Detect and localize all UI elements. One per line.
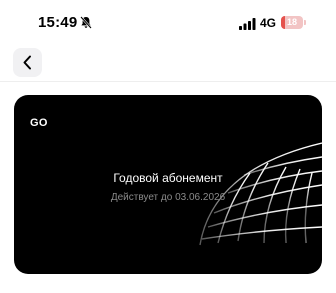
card-valid-until: Действует до 03.06.2026 [110, 192, 226, 203]
network-type: 4G [260, 16, 277, 30]
cellular-signal-icon [239, 17, 256, 30]
chevron-left-icon [23, 55, 31, 70]
battery-body: 18 [281, 16, 303, 29]
back-button[interactable] [13, 48, 42, 77]
card-logo: GO [30, 117, 48, 129]
status-time: 15:49 [38, 14, 78, 31]
header-divider [0, 81, 336, 82]
bell-slash-icon [80, 16, 92, 29]
battery-cap [304, 20, 306, 25]
battery-level: 18 [286, 17, 297, 27]
status-bar: 15:49 4G 18 [0, 0, 336, 44]
subscription-card[interactable]: GO Годовой абонемент Действует до 03.06.… [14, 95, 322, 274]
battery-icon: 18 [281, 16, 307, 30]
card-title: Годовой абонемент [113, 171, 223, 185]
screen: 15:49 4G 18 GO Годовой абонемент Действу… [0, 0, 336, 293]
wireframe-globe-graphic [199, 142, 322, 246]
